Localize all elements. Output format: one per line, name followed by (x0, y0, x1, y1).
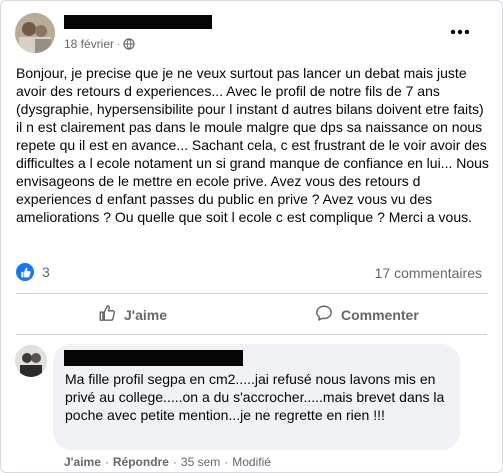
comment-button[interactable]: Commenter (315, 304, 419, 325)
more-options-icon[interactable] (450, 22, 470, 42)
comment-actions-separator: · (104, 455, 109, 469)
thumbs-up-icon (98, 304, 116, 325)
post-date[interactable]: 18 février (64, 37, 114, 51)
comment-icon (315, 304, 333, 325)
divider-top (16, 293, 487, 294)
facebook-post: 18 février · Bonjour, je precise que je … (0, 0, 503, 473)
meta-separator: · (117, 38, 121, 50)
comment-like-link[interactable]: J'aime (64, 455, 101, 469)
author-name-redacted[interactable] (64, 15, 212, 29)
commenter-avatar[interactable] (15, 345, 47, 377)
reaction-count: 3 (42, 264, 50, 280)
post-body: Bonjour, je precise que je ne veux surto… (16, 65, 489, 225)
comment-button-label: Commenter (341, 306, 419, 323)
like-button-label: J'aime (124, 306, 168, 323)
globe-icon (123, 38, 135, 50)
comment-age[interactable]: 35 sem (181, 455, 220, 469)
commenter-name-redacted[interactable] (64, 350, 243, 366)
divider-bottom (16, 334, 487, 335)
comment-actions: J'aime · Répondre · 35 sem · Modifié (64, 455, 271, 469)
comment-reply-link[interactable]: Répondre (113, 455, 169, 469)
comment-actions-separator: · (172, 455, 177, 469)
author-avatar[interactable] (15, 13, 55, 53)
like-reaction-icon (16, 263, 34, 281)
comment-actions-separator: · (224, 455, 229, 469)
reactions-summary[interactable]: 3 (16, 263, 50, 281)
comment-edited-label: Modifié (232, 455, 271, 469)
like-button[interactable]: J'aime (98, 304, 167, 325)
post-meta: 18 février · (64, 37, 135, 51)
comment-text: Ma fille profil segpa en cm2.....jai ref… (65, 371, 445, 423)
comments-count[interactable]: 17 commentaires (375, 265, 482, 281)
